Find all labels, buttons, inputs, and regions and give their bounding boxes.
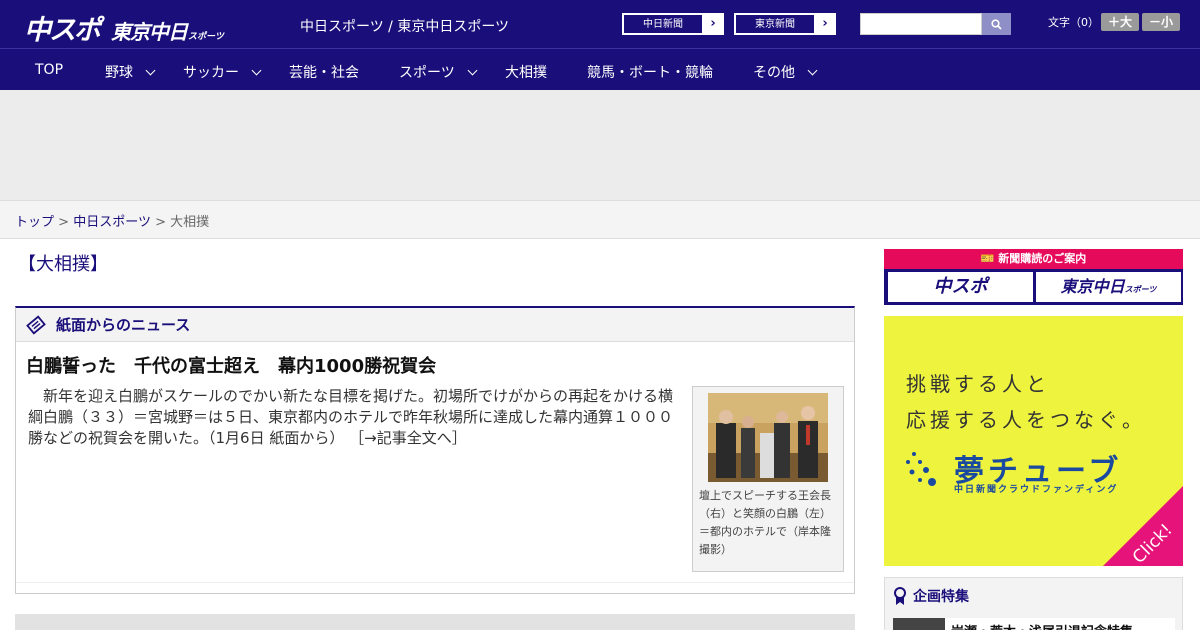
nav-item-sports[interactable]: スポーツ [399, 62, 478, 82]
nav-item-racing[interactable]: 競馬・ボート・競輪 [587, 62, 713, 82]
article-photo[interactable] [708, 393, 828, 482]
feature-title: 岩瀬・荒木・浅尾引退記念特集 [951, 621, 1133, 630]
search-icon [991, 18, 1002, 30]
nav-item-baseball[interactable]: 野球 [105, 62, 156, 82]
subscribe-chuspo-label: 中スポ [933, 276, 988, 297]
features-header: 企画特集 [885, 578, 1182, 613]
newspaper-icon [26, 314, 46, 335]
article-photo-box: 壇上でスピーチする王会長（右）と笑顔の白鵬（左）＝都内のホテルで（岸本隆撮影） [692, 386, 844, 572]
nav-item-other[interactable]: その他 [753, 62, 818, 82]
chevron-down-icon [467, 65, 478, 75]
click-corner-shape [1103, 486, 1183, 566]
search-input[interactable] [860, 13, 982, 35]
subscription-header: 🎫 新聞購読のご案内 [884, 249, 1183, 269]
font-size-label: 文字（0） [1048, 16, 1099, 29]
photo-caption: 壇上でスピーチする王会長（右）と笑顔の白鵬（左）＝都内のホテルで（岸本隆撮影） [699, 489, 831, 556]
breadcrumb: トップ > 中日スポーツ > 大相撲 [0, 200, 1200, 239]
breadcrumb-separator: > [155, 215, 166, 230]
logo-small: スポーツ [188, 32, 224, 42]
subscribe-chuspo-button[interactable]: 中スポ [888, 272, 1033, 302]
nav-item-label: 競馬・ボート・競輪 [587, 65, 713, 81]
chevron-right-icon: › [822, 16, 828, 31]
logo-main: 中スポ [24, 15, 101, 46]
tokyo-shimbun-link[interactable]: 東京新聞 › [734, 13, 836, 35]
search-button[interactable] [982, 13, 1011, 35]
chevron-down-icon [251, 65, 262, 75]
top-header: 中スポ 東京中日 スポーツ 中日スポーツ / 東京中日スポーツ 中日新聞 › 東… [0, 0, 1200, 48]
breadcrumb-current: 大相撲 [170, 215, 210, 230]
news-section-footer [16, 582, 854, 583]
features-box: 企画特集 岩瀬・荒木・浅尾引退記念特集 [884, 577, 1183, 630]
nav-item-top[interactable]: TOP [35, 62, 63, 78]
read-more-link[interactable]: ［→記事全文へ］ [349, 429, 467, 447]
news-section: 紙面からのニュース 白鵬誓った 千代の富士超え 幕内1000勝祝賀会 新年を迎え… [15, 306, 855, 594]
site-tagline: 中日スポーツ / 東京中日スポーツ [300, 19, 510, 35]
top-ad-area [0, 90, 1200, 200]
chevron-down-icon [145, 65, 156, 75]
breadcrumb-separator: > [58, 215, 70, 230]
nav-item-label: サッカー [183, 65, 239, 81]
next-section-bar [15, 614, 855, 630]
article-headline[interactable]: 白鵬誓った 千代の富士超え 幕内1000勝祝賀会 [26, 352, 436, 378]
nav-item-label: TOP [35, 62, 64, 78]
news-section-title: 紙面からのニュース [56, 316, 191, 334]
features-title: 企画特集 [913, 588, 969, 605]
nav-item-label: 大相撲 [505, 65, 547, 81]
nav-item-label: その他 [753, 65, 795, 81]
nav-item-label: 野球 [105, 65, 133, 81]
page-title: 【大相撲】 [18, 254, 108, 275]
article-summary: 新年を迎え白鵬がスケールのでかい新たな目標を掲げた。初場所でけがからの再起をかけ… [28, 386, 686, 449]
tokyo-shimbun-label: 東京新聞 [735, 14, 815, 34]
chunichi-shimbun-label: 中日新聞 [623, 14, 703, 34]
ribbon-icon [894, 586, 906, 605]
main-nav: TOP 野球 サッカー 芸能・社会 スポーツ 大相撲 競馬・ボート・競輪 その他 [0, 48, 1200, 90]
chunichi-shimbun-link[interactable]: 中日新聞 › [622, 13, 724, 35]
site-logo[interactable]: 中スポ 東京中日 スポーツ [24, 8, 224, 46]
yume-tube-ad[interactable]: 挑戦する人と 応援する人をつなぐ。 夢チューブ 中日新聞クラウドファンディング … [884, 316, 1183, 566]
breadcrumb-top[interactable]: トップ [15, 215, 54, 230]
font-smaller-button[interactable]: －小 [1142, 13, 1180, 31]
subscribe-tokyo-label: 東京中日 [1060, 277, 1125, 296]
nav-item-sumo[interactable]: 大相撲 [505, 62, 547, 82]
subscription-box: 🎫 新聞購読のご案内 中スポ 東京中日スポーツ [884, 249, 1183, 305]
breadcrumb-chunichi-sports[interactable]: 中日スポーツ [73, 215, 151, 230]
news-section-header: 紙面からのニュース [16, 308, 854, 342]
subscription-title: 新聞購読のご案内 [998, 252, 1087, 265]
chevron-down-icon [807, 65, 818, 75]
feature-item[interactable]: 岩瀬・荒木・浅尾引退記念特集 [893, 618, 1175, 630]
font-larger-button[interactable]: ＋大 [1101, 13, 1139, 31]
ticket-icon: 🎫 [980, 252, 995, 265]
nav-item-label: 芸能・社会 [289, 65, 359, 81]
nav-item-soccer[interactable]: サッカー [183, 62, 262, 82]
logo-sub: 東京中日 [111, 20, 188, 44]
nav-item-entertainment[interactable]: 芸能・社会 [289, 62, 359, 82]
chevron-right-icon: › [710, 16, 716, 31]
subscribe-tokyo-small: スポーツ [1124, 285, 1157, 294]
nav-item-label: スポーツ [399, 65, 455, 81]
subscribe-tokyo-chunichi-button[interactable]: 東京中日スポーツ [1036, 272, 1181, 302]
feature-thumbnail [893, 618, 945, 630]
